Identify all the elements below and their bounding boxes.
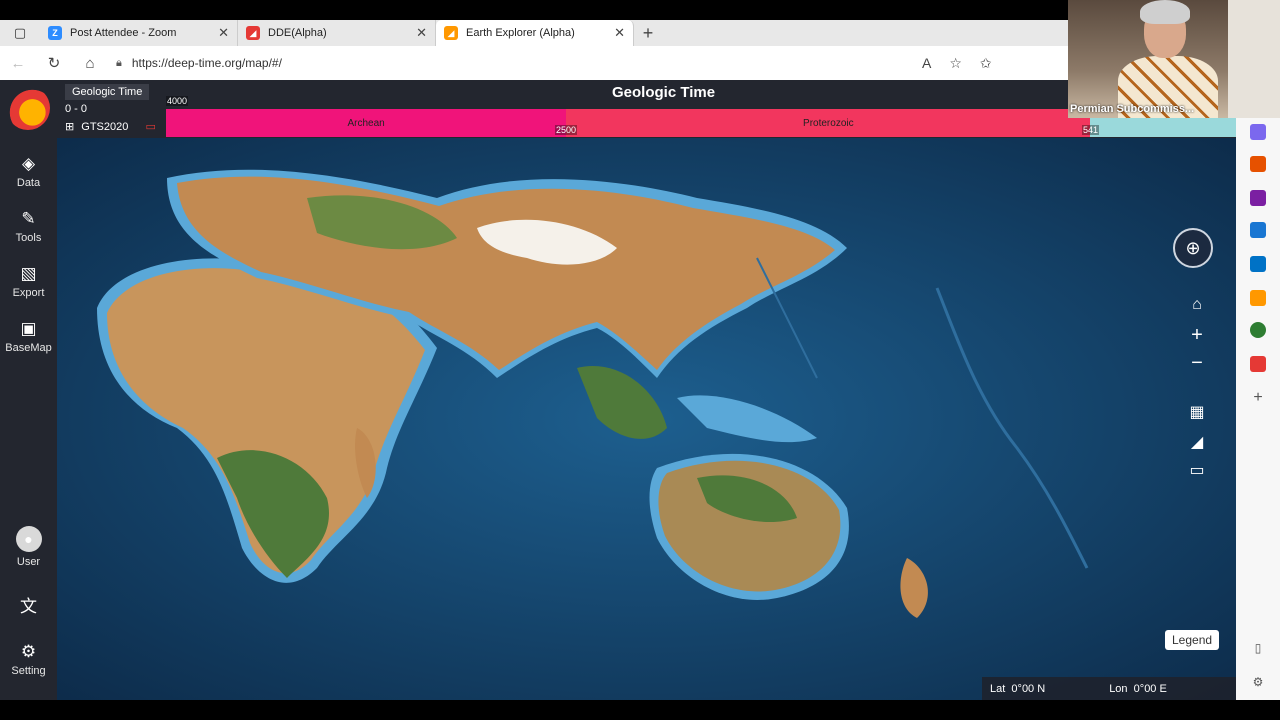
eon-band-archean[interactable]: Archean xyxy=(166,109,567,137)
outlook-icon[interactable] xyxy=(1250,256,1266,272)
sidebar-item-label: Export xyxy=(12,287,45,299)
tab-title: Earth Explorer (Alpha) xyxy=(466,27,575,39)
tab-zoom[interactable]: Z Post Attendee - Zoom ✕ xyxy=(40,20,238,46)
settings-gear-icon[interactable]: ⚙ xyxy=(1250,674,1266,690)
gear-icon: ⚙ xyxy=(20,642,37,661)
sidebar-item-export[interactable]: ▧ Export xyxy=(0,264,57,299)
star-icon[interactable]: ☆ xyxy=(949,55,962,72)
scale-label: GTS2020 xyxy=(81,121,129,133)
sidebar-item-label: Setting xyxy=(11,665,46,677)
translate-icon: 文 xyxy=(20,597,37,616)
lon-label: Lon xyxy=(1109,682,1128,695)
measure-icon[interactable]: ◢ xyxy=(1182,432,1212,452)
zoom-icon: Z xyxy=(48,26,62,40)
read-aloud-icon[interactable]: A xyxy=(922,55,931,72)
tick-label: 2500 xyxy=(555,125,578,135)
sidebar-item-tools[interactable]: ✎ Tools xyxy=(0,209,57,244)
close-icon[interactable]: ✕ xyxy=(218,25,229,41)
sidebar-item-data[interactable]: ◈ Data xyxy=(0,154,57,189)
dde-icon: ◢ xyxy=(246,26,260,40)
left-sidebar: ◈ Data ✎ Tools ▧ Export ▣ BaseMap ● User… xyxy=(0,80,57,700)
lon-value: 0°00 E xyxy=(1133,682,1167,695)
layers-icon: ◈ xyxy=(21,154,36,173)
grid-icon[interactable]: ▦ xyxy=(1182,402,1212,422)
time-scale-selector[interactable]: ⊞ GTS2020 ▭ xyxy=(65,120,156,133)
home-view-icon[interactable]: ⌂ xyxy=(1182,296,1212,314)
reload-icon[interactable]: ↻ xyxy=(36,46,72,80)
collections-icon[interactable] xyxy=(1250,124,1266,140)
sidebar-item-user[interactable]: ● User xyxy=(0,526,57,568)
participant-name: Permian Subcommiss... xyxy=(1070,103,1195,115)
earth-explorer-app: ◈ Data ✎ Tools ▧ Export ▣ BaseMap ● User… xyxy=(0,80,1236,700)
tab-title: Post Attendee - Zoom xyxy=(70,27,177,39)
browser-tab-strip: ▢ Z Post Attendee - Zoom ✕ ◢ DDE(Alpha) … xyxy=(0,20,1068,46)
sidebar-toggle-icon[interactable]: ▯ xyxy=(1250,640,1266,656)
shopping-icon[interactable] xyxy=(1250,156,1266,172)
home-icon[interactable]: ⌂ xyxy=(72,46,108,80)
favorites-icon[interactable]: ✩ xyxy=(980,55,992,72)
legend-button[interactable]: Legend xyxy=(1165,630,1220,650)
games-icon[interactable] xyxy=(1250,190,1266,206)
geologic-time-bar: Geologic Time 0 - 0 ⊞ GTS2020 ▭ Geologic… xyxy=(57,80,1236,138)
geologic-time-label: Geologic Time xyxy=(65,84,150,100)
dde-icon: ◢ xyxy=(444,26,458,40)
youtube-icon[interactable] xyxy=(1250,356,1266,372)
participant-hair xyxy=(1140,0,1190,24)
sidebar-item-label: User xyxy=(16,556,41,568)
back-arrow-icon[interactable]: ← xyxy=(0,46,36,80)
sidebar-item-setting[interactable]: ⚙ Setting xyxy=(0,642,57,677)
sidebar-item-basemap[interactable]: ▣ BaseMap xyxy=(0,319,57,354)
tree-icon[interactable] xyxy=(1250,322,1266,338)
address-bar: ← ↻ ⌂ 🔒︎ https://deep-time.org/map/#/ A … xyxy=(0,46,1068,80)
url-text: https://deep-time.org/map/#/ xyxy=(131,56,282,70)
language-button[interactable]: 文 xyxy=(0,592,57,620)
add-icon[interactable]: + xyxy=(1250,390,1266,406)
video-record-icon[interactable]: ▭ xyxy=(1182,460,1212,480)
compass-globe-icon[interactable]: ⊕ xyxy=(1173,228,1213,268)
eon-label: Archean xyxy=(347,117,385,129)
browser-side-panel: + ▯ ⚙ xyxy=(1236,118,1280,700)
wrench-icon: ✎ xyxy=(21,209,36,228)
sidebar-item-label: Data xyxy=(16,177,41,189)
new-tab-button[interactable]: + xyxy=(634,20,662,46)
lock-icon: 🔒︎ xyxy=(116,56,122,69)
url-field[interactable]: 🔒︎ https://deep-time.org/map/#/ xyxy=(116,50,906,76)
eon-label: Proterozoic xyxy=(803,117,854,129)
export-icon: ▧ xyxy=(20,264,37,283)
sidebar-item-label: Tools xyxy=(15,232,42,244)
lat-label: Lat xyxy=(990,682,1006,695)
zoom-out-icon[interactable]: − xyxy=(1182,352,1212,375)
dde-logo xyxy=(6,86,50,130)
map-canvas xyxy=(57,138,1236,700)
eon-band-proterozoic[interactable]: Proterozoic xyxy=(566,109,1091,137)
drive-icon[interactable] xyxy=(1250,290,1266,306)
tick-label: 541 xyxy=(1082,125,1100,135)
lon-readout: Lon 0°00 E xyxy=(1109,683,1167,695)
tick-label: 4000 xyxy=(166,96,189,106)
sidebar-item-label: BaseMap xyxy=(5,342,52,354)
coordinate-readout: Lat 0°00 N Lon 0°00 E xyxy=(982,677,1236,700)
tab-dde[interactable]: ◢ DDE(Alpha) ✕ xyxy=(238,20,436,46)
basemap-icon: ▣ xyxy=(20,319,37,338)
zoom-video-tile: Permian Subcommiss... xyxy=(1068,0,1228,118)
tab-actions-icon[interactable]: ▢ xyxy=(0,20,40,46)
tab-earth-explorer[interactable]: ◢ Earth Explorer (Alpha) ✕ xyxy=(436,20,634,46)
close-icon[interactable]: ✕ xyxy=(416,25,427,41)
copilot-icon[interactable] xyxy=(1250,222,1266,238)
scale-icon: ⊞ xyxy=(65,121,75,133)
video-background-strip xyxy=(1228,0,1280,118)
avatar: ● xyxy=(15,526,42,552)
time-range: 0 - 0 xyxy=(65,103,88,115)
close-icon[interactable]: ✕ xyxy=(614,25,625,41)
zoom-in-icon[interactable]: + xyxy=(1182,324,1212,347)
calendar-icon[interactable]: ▭ xyxy=(145,121,155,133)
bottom-black-bar xyxy=(0,700,1280,720)
lat-value: 0°00 N xyxy=(1011,682,1046,695)
world-map[interactable]: ⊕ ⌂ + − ▦ ◢ ▭ Legend Lat 0°00 N Lon 0°00… xyxy=(57,138,1236,700)
tab-title: DDE(Alpha) xyxy=(268,27,327,39)
lat-readout: Lat 0°00 N xyxy=(990,683,1045,695)
timebar-title: Geologic Time xyxy=(612,84,716,101)
